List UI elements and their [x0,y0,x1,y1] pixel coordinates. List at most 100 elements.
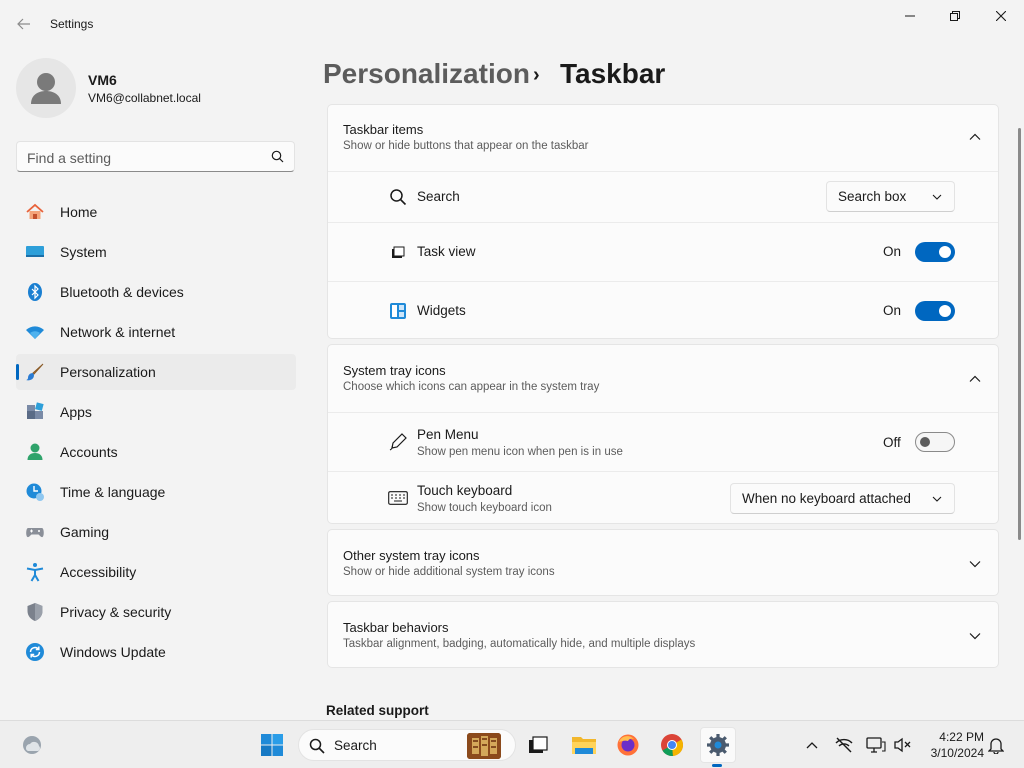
bluetooth-icon [25,282,45,302]
card-subtitle: Taskbar alignment, badging, automaticall… [343,638,696,650]
sidebar-item-label: Gaming [60,524,110,540]
title-bar: Settings [0,0,1024,48]
sidebar-item-system[interactable]: System [16,234,296,270]
no-internet-icon [835,737,853,753]
volume-tray-button[interactable] [892,735,912,755]
start-button[interactable] [256,729,288,761]
search-input[interactable]: Find a setting [27,150,111,166]
weather-icon [23,736,41,754]
sidebar-item-bluetooth[interactable]: Bluetooth & devices [16,274,296,310]
sidebar-item-time-language[interactable]: Time & language [16,474,296,510]
chrome-icon [661,734,684,757]
wifi-icon [25,322,45,342]
sidebar-item-apps[interactable]: Apps [16,394,296,430]
chevron-up-icon[interactable] [968,130,982,144]
close-icon [996,11,1006,21]
scrollbar[interactable] [1018,128,1021,540]
sidebar-item-network[interactable]: Network & internet [16,314,296,350]
chevron-down-icon[interactable] [968,629,982,643]
sidebar-item-label: Apps [60,404,92,420]
close-button[interactable] [978,0,1024,32]
task-view-row: Task view On [328,222,998,281]
system-tray-card: System tray icons Choose which icons can… [327,344,999,524]
widgets-weather-button[interactable] [16,729,48,761]
related-support-heading: Related support [326,703,429,718]
card-subtitle: Show or hide buttons that appear on the … [343,140,589,152]
sidebar-item-label: Bluetooth & devices [60,284,184,300]
system-tray-header[interactable]: System tray icons Choose which icons can… [328,345,998,412]
task-view-icon [388,243,408,263]
notifications-button[interactable] [986,735,1006,755]
system-clock[interactable]: 4:22 PM 3/10/2024 [920,729,984,761]
row-label: Task view [417,244,476,259]
show-hidden-icons-button[interactable] [802,735,822,755]
active-indicator [16,364,19,380]
sidebar-item-home[interactable]: Home [16,194,296,230]
card-title: Taskbar items [343,122,424,137]
widgets-toggle[interactable] [915,301,955,321]
sidebar-item-personalization[interactable]: Personalization [16,354,296,390]
back-button[interactable] [12,12,36,36]
start-icon [261,734,283,756]
pen-menu-row: Pen Menu Show pen menu icon when pen is … [328,412,998,471]
search-icon [309,738,325,754]
find-setting-search[interactable]: Find a setting [16,141,295,172]
task-view-button[interactable] [522,729,554,761]
row-description: Show pen menu icon when pen is in use [417,446,623,458]
app-title: Settings [50,17,94,31]
sidebar-item-gaming[interactable]: Gaming [16,514,296,550]
other-tray-icons-card[interactable]: Other system tray icons Show or hide add… [327,529,999,596]
sidebar-item-accessibility[interactable]: Accessibility [16,554,296,590]
active-app-indicator [712,764,722,767]
apps-icon [25,402,45,422]
file-explorer-icon [572,737,596,754]
sidebar-item-label: Privacy & security [60,604,172,620]
pen-menu-toggle[interactable] [915,432,955,452]
taskbar-items-card: Taskbar items Show or hide buttons that … [327,104,999,339]
sidebar-item-accounts[interactable]: Accounts [16,434,296,470]
chevron-up-icon[interactable] [968,372,982,386]
shield-icon [25,602,45,622]
card-title: Taskbar behaviors [343,620,449,635]
row-description: Show touch keyboard icon [417,502,552,514]
task-view-toggle[interactable] [915,242,955,262]
card-subtitle: Choose which icons can appear in the sys… [343,381,600,393]
search-icon [388,187,408,207]
dropdown-value: Search box [838,189,907,204]
taskbar-items-header[interactable]: Taskbar items Show or hide buttons that … [328,105,998,171]
sidebar-item-label: Windows Update [60,644,166,660]
breadcrumb-parent[interactable]: Personalization [323,58,530,89]
user-email: VM6@collabnet.local [88,91,201,105]
settings-taskbar-button[interactable] [700,727,736,763]
widgets-row: Widgets On [328,281,998,339]
time-language-icon [25,482,45,502]
user-profile[interactable]: VM6 VM6@collabnet.local [16,58,296,118]
widgets-icon [388,301,408,321]
touch-keyboard-dropdown[interactable]: When no keyboard attached [730,483,955,514]
pen-icon [388,432,408,452]
windows-update-icon [25,642,45,662]
sidebar-item-label: Accessibility [60,564,137,580]
sidebar-item-windows-update[interactable]: Windows Update [16,634,296,670]
taskbar-search-box[interactable]: Search [298,729,516,761]
network-status-button[interactable] [834,735,854,755]
gamepad-icon [25,522,45,542]
monitor-icon [866,737,886,753]
minimize-button[interactable] [887,0,933,32]
toggle-state-label: On [883,303,902,318]
sidebar-item-label: Accounts [60,444,118,460]
firefox-button[interactable] [612,729,644,761]
restore-button[interactable] [932,0,978,32]
accounts-icon [25,442,45,462]
sidebar-item-privacy-security[interactable]: Privacy & security [16,594,296,630]
search-mode-dropdown[interactable]: Search box [826,181,955,212]
display-tray-button[interactable] [866,735,886,755]
avatar [16,58,76,118]
sidebar-item-label: Home [60,204,98,220]
chevron-down-icon[interactable] [968,557,982,571]
taskbar-behaviors-card[interactable]: Taskbar behaviors Taskbar alignment, bad… [327,601,999,668]
restore-icon [950,11,960,21]
chrome-button[interactable] [656,729,688,761]
file-explorer-button[interactable] [568,729,600,761]
page-title: Taskbar [560,58,666,89]
